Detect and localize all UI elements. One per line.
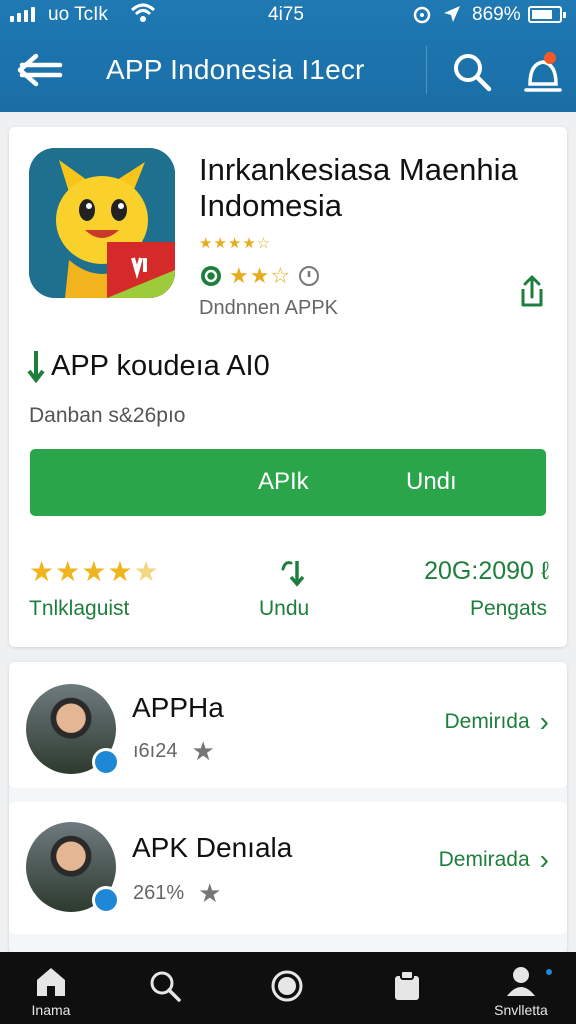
app-size: Danban s&26pıo [29,404,186,427]
battery-icon [528,6,566,23]
avatar [26,822,120,914]
list-item-name: APPHa [132,692,224,723]
stats-row: ★★★★★ Tnlklaguist Undu 20G:2090 ℓ Pengat… [9,551,567,631]
list-item-action[interactable]: Demirıda › [444,706,549,737]
list-item-action-label: Demirıda [444,710,530,733]
nav-apps[interactable] [362,952,452,1024]
download-icon[interactable] [275,555,311,591]
rating-label: Tnlklaguist [29,597,130,620]
download-count-value: 20G:2090 [424,557,534,585]
apps-icon [395,970,419,1000]
list-item-count: ı6ı24 [133,740,178,762]
profile-icon [507,967,535,996]
count-label: Pengats [469,597,547,620]
nav-profile[interactable]: Snvlletta [476,952,566,1024]
app-detail-card: Inrkankesiasa Maenhia Indomesia ★★★★☆ ★★… [9,127,567,647]
list-item-action-label: Demirada [438,848,530,871]
location-icon [444,6,460,22]
app-bar: APP Indonesia I1ecr [0,38,576,104]
search-icon [150,971,181,1002]
star-icon: ★ [107,556,134,587]
verified-badge-icon [92,886,120,914]
status-bar: uo TcIk 4i75 869% [0,0,576,30]
related-list: APPHa ı6ı24 ★ Demirıda › APK Denıala 261… [9,662,567,954]
nav-circle[interactable] [242,952,332,1024]
verified-badge-icon [92,748,120,776]
wifi-icon [130,3,156,22]
verified-icon [201,266,221,286]
nav-label-home: Inama [31,1002,71,1018]
star-icon: ★ [29,556,56,587]
list-item-action[interactable]: Demirada › [438,844,549,875]
chevron-right-icon: › [539,844,549,875]
clock: 4i75 [268,4,304,25]
developer-name[interactable]: Dndnnen APPK [199,297,338,320]
share-icon[interactable] [509,271,549,311]
download-count: 20G:2090 ℓ [424,557,549,586]
nav-search[interactable] [120,952,210,1024]
avatar [26,684,120,776]
app-icon[interactable] [29,148,175,298]
nav-home[interactable]: Inama [6,952,96,1024]
app-subtitle-text: APP koudeıa AI0 [51,349,270,382]
meta-row: ★★☆ [199,263,321,289]
bell-icon[interactable] [520,48,566,98]
list-item-name: APK Denıala [132,832,293,863]
nav-label-profile: Snvlletta [494,1002,548,1018]
list-item-meta: 261% ★ [133,878,221,909]
app-name: Inrkankesiasa Maenhia Indomesia [199,152,559,224]
star-icon: ★ [55,556,82,587]
divider [426,46,427,94]
bottom-nav: Inama Snvlletta [0,952,576,1024]
rating-small: ★★★★☆ [199,235,272,252]
circle-icon [271,970,303,1002]
list-item[interactable]: APK Denıala 261% ★ Demirada › [9,802,567,934]
search-icon[interactable] [450,50,494,94]
app-subtitle: APP koudeıa AI0 [27,349,270,383]
signal-icon [10,6,35,22]
rating-row-stars: ★★☆ [229,263,292,288]
carrier-label: uo TcIk [48,4,108,25]
app-name-line-1: Inrkankesiasa Maenhia [199,152,518,187]
info-icon[interactable] [297,264,321,288]
rating-stars: ★★★★★ [29,555,160,588]
star-icon: ★ [81,556,108,587]
top-bar: uo TcIk 4i75 869% APP Indonesia I1ecr [0,0,576,112]
star-icon: ★ [191,736,215,766]
install-label-2: Undı [406,468,457,495]
battery-percent: 869% [472,4,521,25]
download-label: Undu [259,597,310,620]
sync-icon [413,6,431,24]
chevron-right-icon: › [539,706,549,737]
star-icon: ★ [198,878,222,908]
arrow-left-icon[interactable] [14,50,66,90]
notification-dot [546,969,552,975]
list-item-meta: ı6ı24 ★ [133,736,215,767]
half-star-icon: ★ [133,556,160,587]
home-icon [37,968,65,996]
install-button[interactable]: APIk Undı [30,449,546,516]
list-item[interactable]: APPHa ı6ı24 ★ Demirıda › [9,662,567,788]
page-title: APP Indonesia I1ecr [106,54,365,85]
list-item-count: 261% [133,882,185,904]
install-label: APIk [258,468,309,495]
app-name-line-2: Indomesia [199,188,343,223]
leaf-icon: ℓ [540,557,549,585]
mascot-icon [29,148,175,298]
download-arrow-icon [27,351,45,383]
